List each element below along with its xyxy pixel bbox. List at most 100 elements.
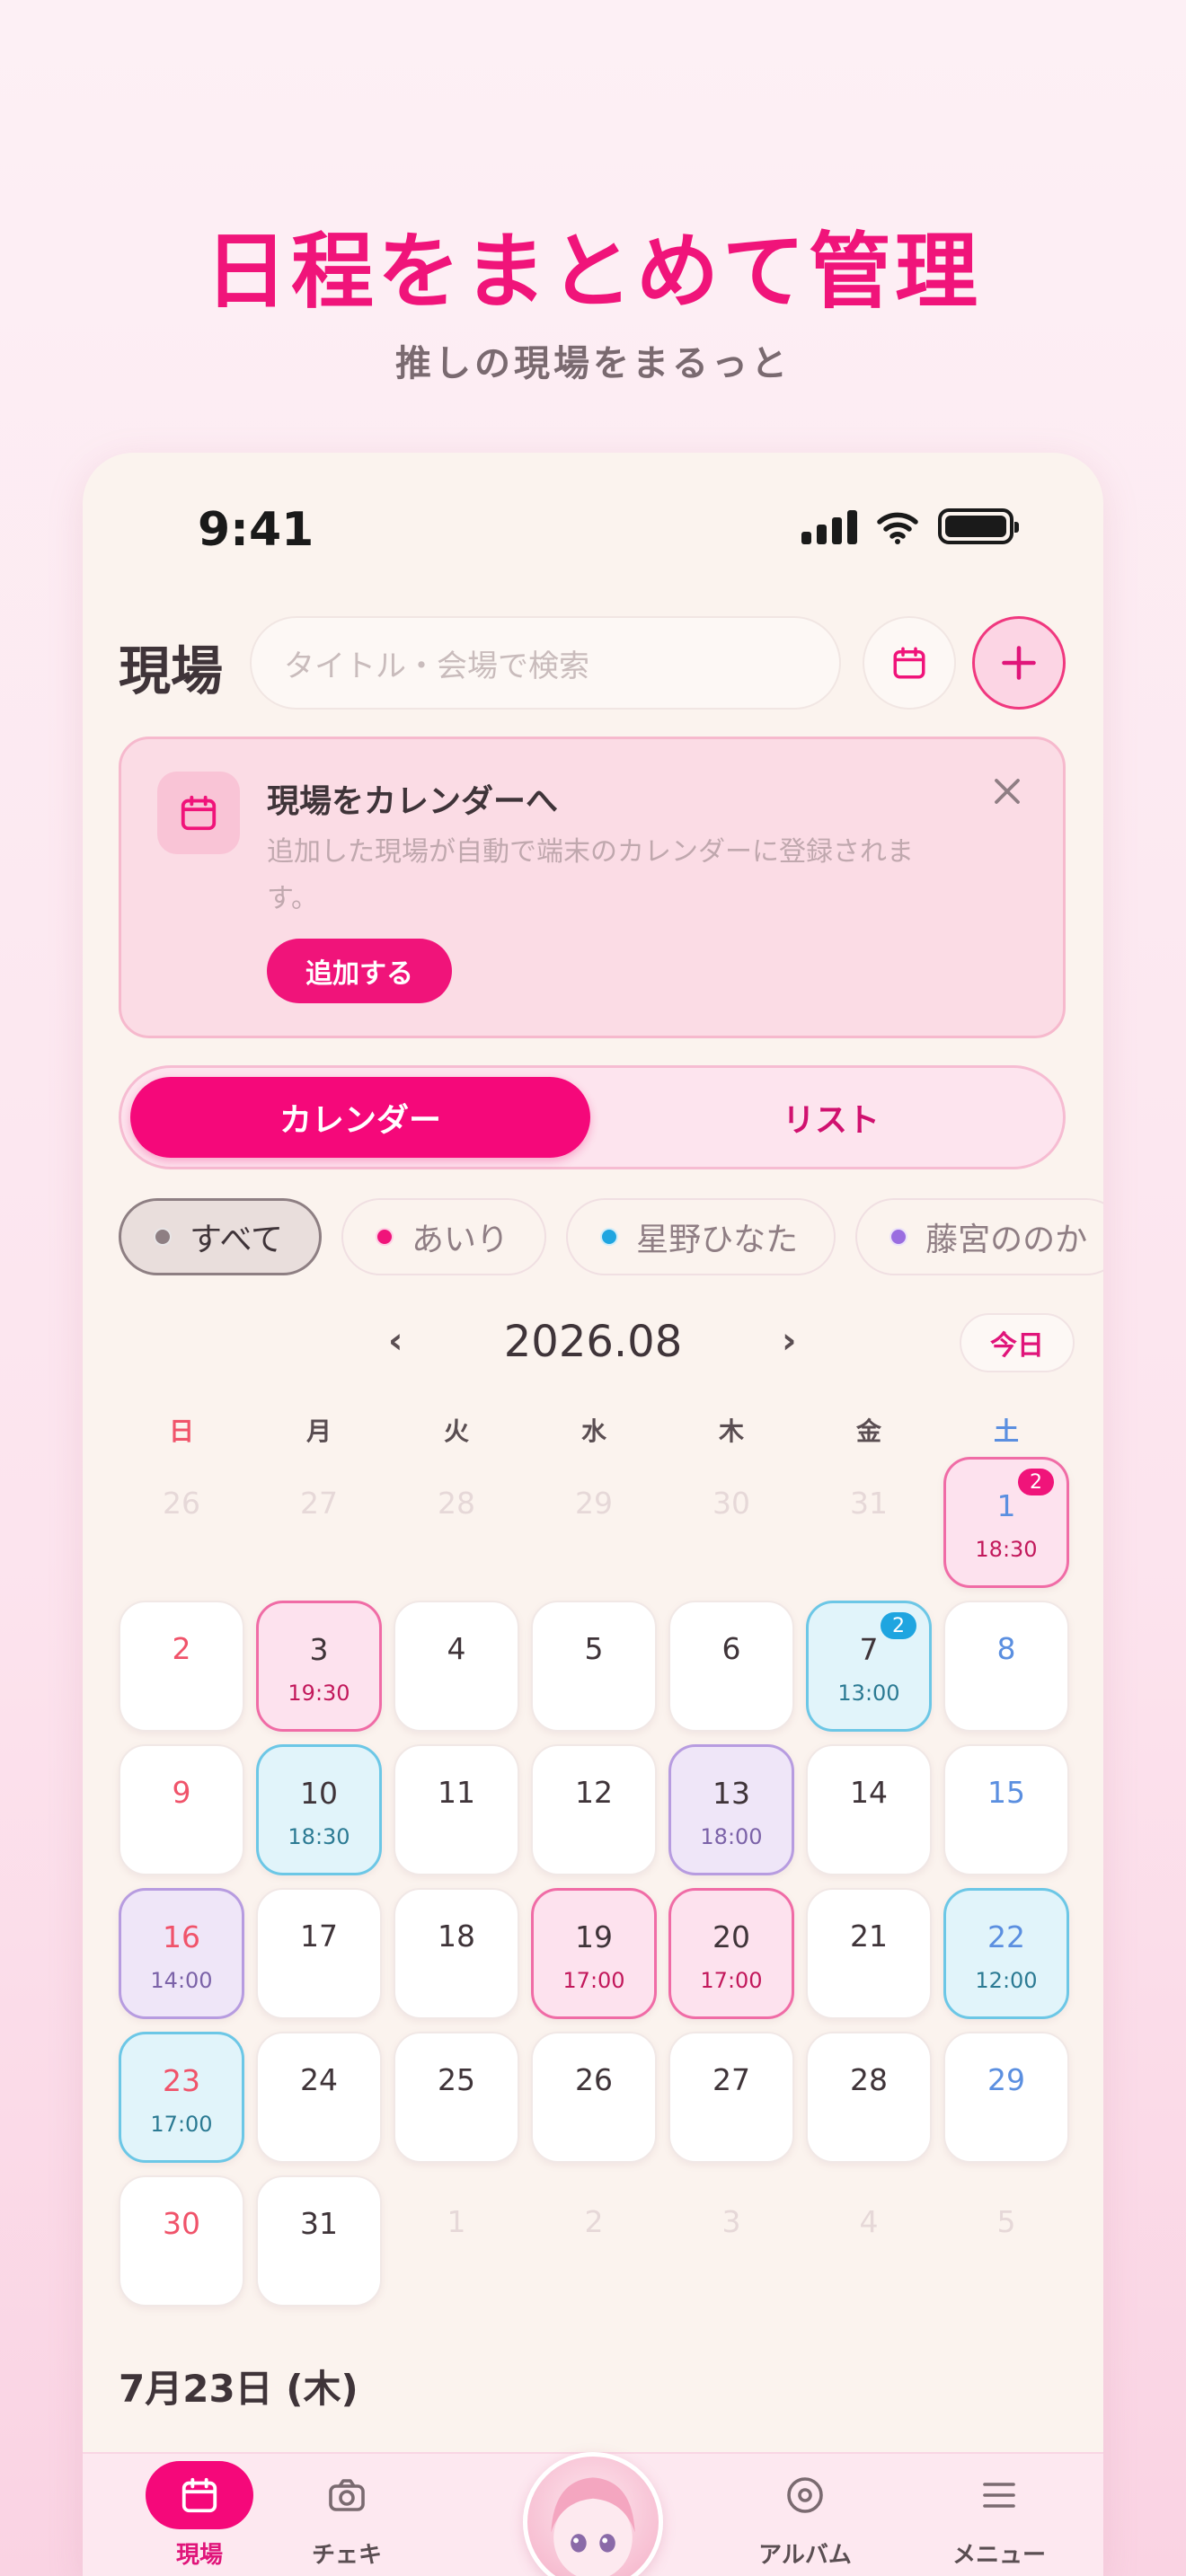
calendar-day-cell: 1 bbox=[394, 2175, 519, 2307]
month-label: 2026.08 bbox=[503, 1317, 683, 1367]
event-time: 19:30 bbox=[288, 1681, 350, 1706]
banner-add-button[interactable]: 追加する bbox=[267, 939, 452, 1003]
calendar-day-cell[interactable]: 2 bbox=[119, 1601, 244, 1732]
add-button[interactable] bbox=[972, 616, 1066, 710]
calendar-day-cell[interactable]: 15 bbox=[943, 1744, 1069, 1875]
day-number: 3 bbox=[721, 2204, 741, 2239]
color-dot-icon bbox=[890, 1228, 908, 1246]
calendar-day-cell[interactable]: 6 bbox=[668, 1601, 794, 1732]
calendar-day-cell[interactable]: 18 bbox=[394, 1888, 519, 2019]
day-number: 8 bbox=[996, 1631, 1016, 1666]
calendar-day-cell[interactable]: 22 12:00 bbox=[943, 1888, 1069, 2019]
day-number: 22 bbox=[987, 1919, 1025, 1954]
close-icon[interactable] bbox=[991, 775, 1023, 807]
color-dot-icon bbox=[154, 1228, 172, 1246]
event-time: 17:00 bbox=[700, 1968, 763, 1993]
tab-album[interactable]: アルバム bbox=[733, 2461, 877, 2570]
phone-screen: 9:41 現場 タイトル・会場で検索 現場をカレンダーへ 追加した現場が自動で端… bbox=[83, 453, 1103, 2576]
calendar-day-cell[interactable]: 19 17:00 bbox=[531, 1888, 657, 2019]
next-month-button[interactable]: › bbox=[782, 1320, 796, 1362]
battery-icon bbox=[938, 508, 1019, 544]
calendar-day-cell: 31 bbox=[806, 1457, 932, 1588]
weekday-label: 金 bbox=[855, 1416, 881, 1446]
filter-chip[interactable]: すべて bbox=[119, 1198, 323, 1275]
calendar-icon bbox=[893, 647, 925, 679]
calendar-day-cell[interactable]: 26 bbox=[531, 2032, 657, 2163]
calendar-day-cell[interactable]: 14 bbox=[806, 1744, 932, 1875]
calendar-day-cell: 26 bbox=[119, 1457, 244, 1588]
tab-list[interactable]: リスト bbox=[606, 1077, 1056, 1158]
calendar-day-cell[interactable]: 7 13:00 2 bbox=[806, 1601, 932, 1732]
calendar-day-cell[interactable]: 4 bbox=[394, 1601, 519, 1732]
today-button[interactable]: 今日 bbox=[960, 1313, 1075, 1372]
calendar-day-cell[interactable]: 24 bbox=[256, 2032, 382, 2163]
calendar-day-cell[interactable]: 29 bbox=[943, 2032, 1069, 2163]
weekday-label: 月 bbox=[305, 1416, 332, 1446]
selected-date-heading: 7月23日 (木) bbox=[119, 2367, 358, 2411]
page-title: 現場 bbox=[119, 640, 224, 701]
banner-body: 追加した現場が自動で端末のカレンダーに登録されます。 bbox=[267, 836, 914, 914]
banner-icon-box bbox=[157, 772, 240, 854]
avatar[interactable] bbox=[523, 2452, 663, 2576]
day-number: 16 bbox=[163, 1919, 200, 1954]
calendar-day-cell[interactable]: 9 bbox=[119, 1744, 244, 1875]
filter-chip[interactable]: 星野ひなた bbox=[566, 1198, 836, 1275]
calendar-day-cell[interactable]: 16 14:00 bbox=[119, 1888, 244, 2019]
weekday-label: 日 bbox=[168, 1416, 194, 1446]
calendar-day-cell: 5 bbox=[943, 2175, 1069, 2307]
calendar-icon bbox=[181, 795, 217, 831]
tab-label: 現場 bbox=[175, 2542, 223, 2569]
calendar-day-cell: 30 bbox=[668, 1457, 794, 1588]
calendar-day-cell[interactable]: 27 bbox=[668, 2032, 794, 2163]
calendar-day-cell[interactable]: 30 bbox=[119, 2175, 244, 2307]
view-toggle: カレンダー リスト bbox=[119, 1065, 1066, 1169]
calendar-day-cell[interactable]: 28 bbox=[806, 2032, 932, 2163]
calendar-sync-button[interactable] bbox=[863, 616, 956, 710]
hero-subtitle: 推しの現場をまるっと bbox=[395, 343, 791, 384]
calendar-day-cell[interactable]: 5 bbox=[531, 1601, 657, 1732]
day-number: 23 bbox=[163, 2063, 200, 2098]
calendar-day-cell[interactable]: 13 18:00 bbox=[668, 1744, 794, 1875]
calendar-day-cell[interactable]: 10 18:30 bbox=[256, 1744, 382, 1875]
color-dot-icon bbox=[376, 1228, 394, 1246]
status-time: 9:41 bbox=[198, 503, 314, 557]
day-number: 27 bbox=[712, 2062, 750, 2097]
calendar-day-cell[interactable]: 12 bbox=[531, 1744, 657, 1875]
day-number: 14 bbox=[850, 1775, 888, 1810]
day-number: 5 bbox=[996, 2204, 1016, 2239]
filter-chip[interactable]: あいり bbox=[341, 1198, 547, 1275]
day-number: 30 bbox=[163, 2206, 200, 2241]
calendar-day-cell[interactable]: 1 18:30 2 bbox=[943, 1457, 1069, 1588]
tab-cheki[interactable]: チェキ bbox=[275, 2461, 419, 2570]
calendar-day-cell: 3 bbox=[668, 2175, 794, 2307]
tab-calendar[interactable]: カレンダー bbox=[130, 1077, 590, 1158]
day-number: 31 bbox=[300, 2206, 338, 2241]
calendar-day-cell[interactable]: 21 bbox=[806, 1888, 932, 2019]
calendar-day-cell[interactable]: 20 17:00 bbox=[668, 1888, 794, 2019]
day-number: 20 bbox=[712, 1919, 750, 1954]
cellular-signal-icon bbox=[801, 510, 857, 544]
calendar-day-cell[interactable]: 25 bbox=[394, 2032, 519, 2163]
day-number: 6 bbox=[721, 1631, 741, 1666]
calendar-day-cell[interactable]: 11 bbox=[394, 1744, 519, 1875]
weekday-label: 水 bbox=[580, 1416, 606, 1446]
filter-chips: すべて あいり 星野ひなた 藤宮ののか bbox=[119, 1198, 1103, 1275]
day-number: 7 bbox=[859, 1632, 879, 1667]
weekday-label: 土 bbox=[993, 1416, 1019, 1446]
calendar-day-cell: 4 bbox=[806, 2175, 932, 2307]
tab-menu[interactable]: メニュー bbox=[927, 2461, 1071, 2570]
color-dot-icon bbox=[600, 1228, 619, 1246]
search-input[interactable]: タイトル・会場で検索 bbox=[250, 616, 841, 710]
calendar-day-cell[interactable]: 17 bbox=[256, 1888, 382, 2019]
filter-chip[interactable]: 藤宮ののか bbox=[855, 1198, 1103, 1275]
weekday-label: 火 bbox=[443, 1416, 469, 1446]
calendar-day-cell[interactable]: 31 bbox=[256, 2175, 382, 2307]
calendar-day-cell[interactable]: 3 19:30 bbox=[256, 1601, 382, 1732]
day-number: 2 bbox=[172, 1631, 191, 1666]
day-number: 28 bbox=[438, 1486, 475, 1521]
day-number: 29 bbox=[987, 2062, 1025, 2097]
tab-genba[interactable]: 現場 bbox=[128, 2461, 271, 2570]
prev-month-button[interactable]: ‹ bbox=[388, 1320, 403, 1362]
calendar-day-cell[interactable]: 8 bbox=[943, 1601, 1069, 1732]
calendar-day-cell[interactable]: 23 17:00 bbox=[119, 2032, 244, 2163]
